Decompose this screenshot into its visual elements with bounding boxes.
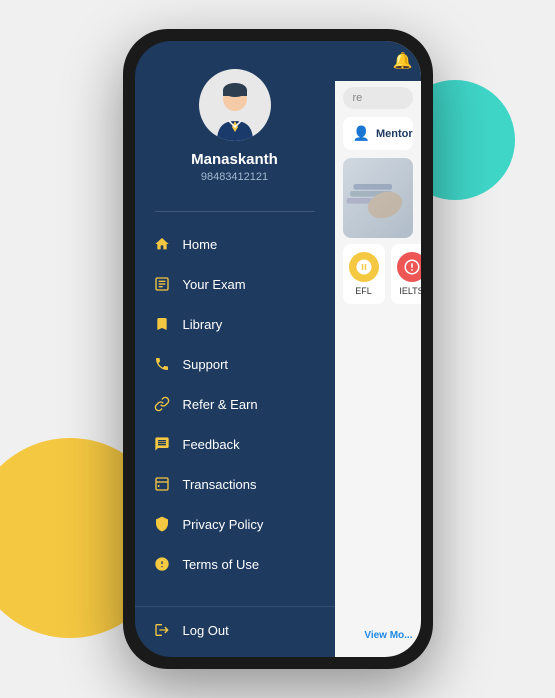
bell-icon[interactable]: 🔔 [393,51,413,71]
sidebar-drawer: Manaskanth 98483412121 Home Your E [135,41,335,657]
sidebar-item-exam-label: Your Exam [183,277,246,292]
exam-icon [151,273,173,295]
ielts-icon [397,252,421,282]
mentor-icon: 👤 [353,125,370,142]
ielts-label: IELTS [399,286,420,296]
privacy-icon [151,513,173,535]
sidebar-item-privacy[interactable]: Privacy Policy [135,504,335,544]
sidebar-item-privacy-label: Privacy Policy [183,517,264,532]
refer-icon [151,393,173,415]
sidebar-item-transactions-label: Transactions [183,477,257,492]
transactions-icon [151,473,173,495]
main-content: 🔔 re 👤 Mentor [335,41,421,657]
home-icon [151,233,173,255]
sidebar-item-library-label: Library [183,317,223,332]
feedback-icon [151,433,173,455]
phone-frame: Manaskanth 98483412121 Home Your E [123,29,433,669]
sidebar-item-home[interactable]: Home [135,224,335,264]
exam-card-ielts[interactable]: IELTS [391,244,421,304]
logout-section[interactable]: Log Out [135,606,335,657]
mentor-card[interactable]: 👤 Mentor [343,117,413,150]
exam-cards-grid: EFL IELTS [343,244,413,304]
profile-section: Manaskanth 98483412121 [135,41,335,199]
logout-icon [151,619,173,641]
sidebar-item-your-exam[interactable]: Your Exam [135,264,335,304]
sidebar-item-support-label: Support [183,357,229,372]
library-icon [151,313,173,335]
hero-image [343,158,413,238]
nav-menu: Home Your Exam Library [135,224,335,606]
efl-icon [349,252,379,282]
sidebar-item-library[interactable]: Library [135,304,335,344]
profile-divider [155,211,315,212]
support-icon [151,353,173,375]
search-placeholder: re [353,92,363,104]
user-name: Manaskanth [191,151,278,168]
mentor-label: Mentor [376,128,413,140]
exam-card-efl[interactable]: EFL [343,244,385,304]
sidebar-item-home-label: Home [183,237,218,252]
sidebar-item-refer-earn-label: Refer & Earn [183,397,258,412]
user-phone: 98483412121 [201,171,268,183]
logout-label: Log Out [183,623,229,638]
terms-icon [151,553,173,575]
sidebar-item-refer-earn[interactable]: Refer & Earn [135,384,335,424]
avatar [199,69,271,141]
sidebar-item-feedback-label: Feedback [183,437,240,452]
sidebar-item-transactions[interactable]: Transactions [135,464,335,504]
phone-screen: Manaskanth 98483412121 Home Your E [135,41,421,657]
efl-label: EFL [355,286,372,296]
sidebar-item-feedback[interactable]: Feedback [135,424,335,464]
sidebar-item-support[interactable]: Support [135,344,335,384]
sidebar-item-terms-label: Terms of Use [183,557,260,572]
search-bar[interactable]: re [343,87,413,109]
view-more-button[interactable]: View Mo... [364,630,412,641]
sidebar-item-terms[interactable]: Terms of Use [135,544,335,584]
top-bar: 🔔 [335,41,421,81]
